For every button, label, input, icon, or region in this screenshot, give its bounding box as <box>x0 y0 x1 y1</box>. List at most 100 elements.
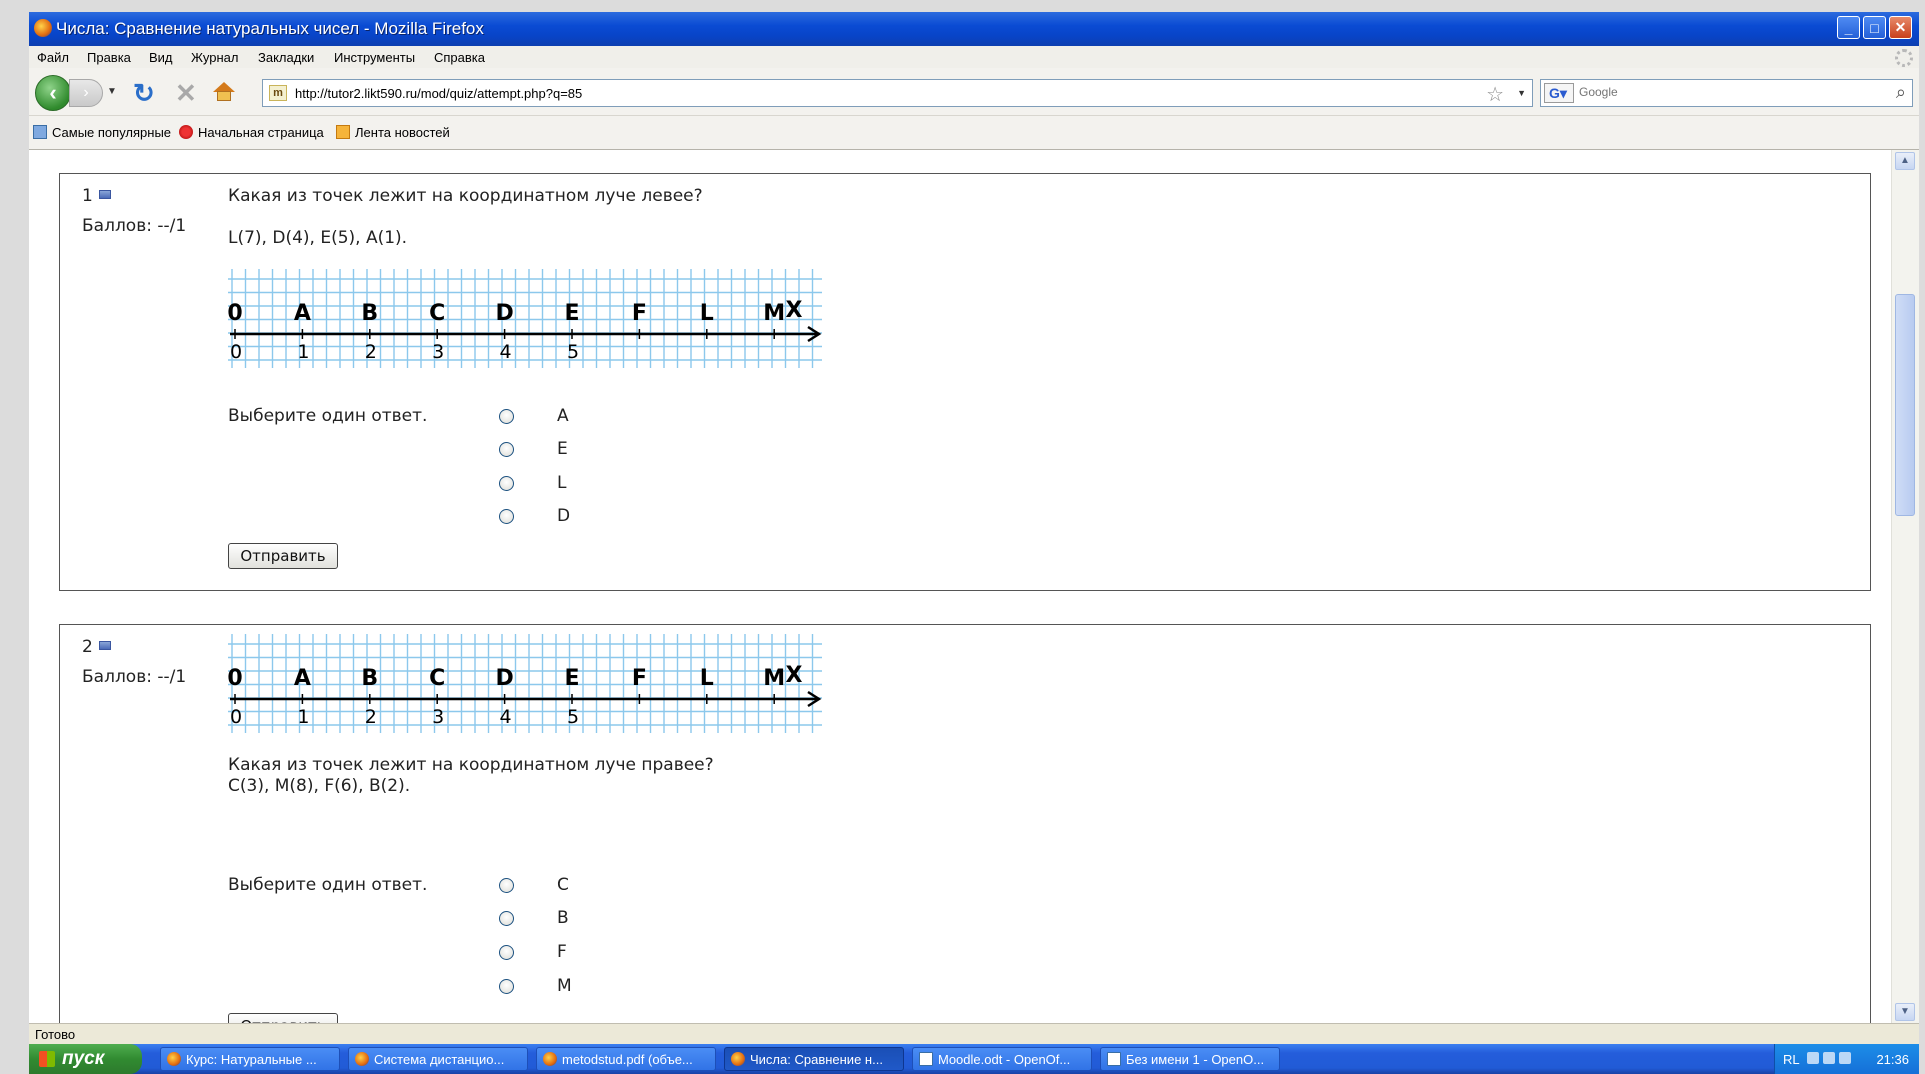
tray-arrow-icon[interactable] <box>1807 1052 1819 1064</box>
menu-file[interactable]: Файл <box>37 50 69 65</box>
point-label: 0 <box>228 666 243 691</box>
menu-tools[interactable]: Инструменты <box>334 50 415 65</box>
menu-bar: Файл Правка Вид Журнал Закладки Инструме… <box>29 46 1919 68</box>
start-page-icon <box>179 125 193 139</box>
address-bar[interactable]: m http://tutor2.likt590.ru/mod/quiz/atte… <box>262 79 1533 107</box>
magnifier-icon[interactable]: ⌕ <box>1896 82 1906 103</box>
search-bar[interactable]: G▾ ⌕ <box>1540 79 1913 107</box>
radio-button[interactable] <box>499 509 514 524</box>
history-dropdown-icon[interactable]: ▼ <box>107 86 117 97</box>
tick-label: 1 <box>297 706 309 728</box>
reload-icon[interactable]: ↻ <box>133 78 155 109</box>
question-number-text: 1 <box>82 186 93 206</box>
taskbar-item[interactable]: Система дистанцио... <box>348 1047 528 1071</box>
point-label: D <box>495 301 513 326</box>
star-icon[interactable]: ☆ <box>1486 82 1504 107</box>
radio-button[interactable] <box>499 878 514 893</box>
tick-label: 0 <box>230 706 242 728</box>
bookmark-start-page[interactable]: Начальная страница <box>179 125 324 140</box>
bookmark-label: Начальная страница <box>198 125 324 140</box>
menu-view[interactable]: Вид <box>149 50 173 65</box>
taskbar-item[interactable]: Курс: Натуральные ... <box>160 1047 340 1071</box>
taskbar-item-label: metodstud.pdf (объе... <box>562 1052 693 1067</box>
network-icon[interactable] <box>1823 1052 1835 1064</box>
point-label: F <box>632 301 647 326</box>
clock: 21:36 <box>1876 1052 1909 1067</box>
status-bar: Готово <box>29 1023 1919 1044</box>
firefox-icon <box>731 1052 745 1066</box>
firefox-icon <box>543 1052 557 1066</box>
home-icon[interactable] <box>213 82 235 102</box>
option-label: B <box>557 908 569 928</box>
option-label: L <box>557 473 567 493</box>
axis-label: X <box>786 298 803 323</box>
question-text: Какая из точек лежит на координатном луч… <box>228 186 703 206</box>
scroll-down-arrow-icon[interactable]: ▼ <box>1895 1003 1915 1021</box>
minimize-button[interactable]: _ <box>1837 16 1860 39</box>
taskbar-item[interactable]: metodstud.pdf (объе... <box>536 1047 716 1071</box>
flag-icon[interactable] <box>98 190 111 199</box>
menu-help[interactable]: Справка <box>434 50 485 65</box>
start-button[interactable]: пуск <box>29 1044 142 1074</box>
desktop-edge-left <box>0 0 29 1074</box>
question-number: 2 <box>82 637 111 657</box>
radio-button[interactable] <box>499 979 514 994</box>
question-1: 1 Баллов: --/1 Какая из точек лежит на к… <box>59 173 1871 591</box>
close-button[interactable]: ✕ <box>1889 16 1912 39</box>
flag-icon[interactable] <box>98 641 111 650</box>
menu-bookmarks[interactable]: Закладки <box>258 50 314 65</box>
point-label: D <box>495 666 513 691</box>
start-label: пуск <box>62 1048 105 1069</box>
menu-edit[interactable]: Правка <box>87 50 131 65</box>
taskbar-item-label: Без имени 1 - OpenO... <box>1126 1052 1265 1067</box>
tick-label: 1 <box>297 341 309 363</box>
maximize-button[interactable]: □ <box>1863 16 1886 39</box>
scroll-thumb[interactable] <box>1895 294 1915 516</box>
volume-icon[interactable] <box>1839 1052 1851 1064</box>
desktop-edge-right <box>1919 0 1925 1074</box>
bookmark-most-visited[interactable]: Самые популярные <box>33 125 171 140</box>
point-label: C <box>429 301 445 326</box>
point-label: F <box>632 666 647 691</box>
vertical-scrollbar[interactable]: ▲ ▼ <box>1891 150 1919 1023</box>
taskbar-item[interactable]: Без имени 1 - OpenO... <box>1100 1047 1280 1071</box>
taskbar-item[interactable]: Moodle.odt - OpenOf... <box>912 1047 1092 1071</box>
submit-button[interactable]: Отправить <box>228 543 338 569</box>
rss-icon <box>336 125 350 139</box>
language-indicator[interactable]: RL <box>1783 1052 1800 1067</box>
radio-button[interactable] <box>499 476 514 491</box>
taskbar-item-active[interactable]: Числа: Сравнение н... <box>724 1047 904 1071</box>
menu-history[interactable]: Журнал <box>191 50 238 65</box>
back-button[interactable]: ‹ <box>35 75 71 111</box>
question-points: L(7), D(4), E(5), A(1). <box>228 228 408 248</box>
question-text: Какая из точек лежит на координатном луч… <box>228 755 714 775</box>
point-label: L <box>700 301 714 326</box>
number-line-image: 0 A B C D E F L M 0 1 2 3 4 5 X <box>228 634 822 733</box>
radio-button[interactable] <box>499 911 514 926</box>
radio-button[interactable] <box>499 945 514 960</box>
stop-icon[interactable]: ✕ <box>175 78 197 109</box>
taskbar-item-label: Курс: Натуральные ... <box>186 1052 317 1067</box>
radio-button[interactable] <box>499 442 514 457</box>
bookmark-news-feed[interactable]: Лента новостей <box>336 125 450 140</box>
google-engine-icon[interactable]: G▾ <box>1544 83 1574 103</box>
forward-button[interactable]: › <box>69 79 103 107</box>
search-input[interactable] <box>1579 85 1879 99</box>
point-label: M <box>763 301 785 326</box>
option-label: A <box>557 406 569 426</box>
windows-logo-icon <box>39 1051 55 1067</box>
tick-label: 5 <box>567 706 579 728</box>
url-text[interactable]: http://tutor2.likt590.ru/mod/quiz/attemp… <box>295 86 582 101</box>
browser-window: Числа: Сравнение натуральных чисел - Moz… <box>29 12 1919 1044</box>
answer-prompt: Выберите один ответ. <box>228 406 428 426</box>
system-tray: RL 21:36 <box>1774 1044 1919 1074</box>
tick-label: 5 <box>567 341 579 363</box>
radio-button[interactable] <box>499 409 514 424</box>
site-favicon-icon: m <box>269 85 287 101</box>
tick-label: 4 <box>500 706 512 728</box>
point-label: L <box>700 666 714 691</box>
scroll-up-arrow-icon[interactable]: ▲ <box>1895 152 1915 170</box>
url-dropdown-icon[interactable]: ▼ <box>1517 88 1526 98</box>
question-grade: Баллов: --/1 <box>82 667 187 687</box>
submit-button[interactable]: Отправить <box>228 1013 338 1023</box>
